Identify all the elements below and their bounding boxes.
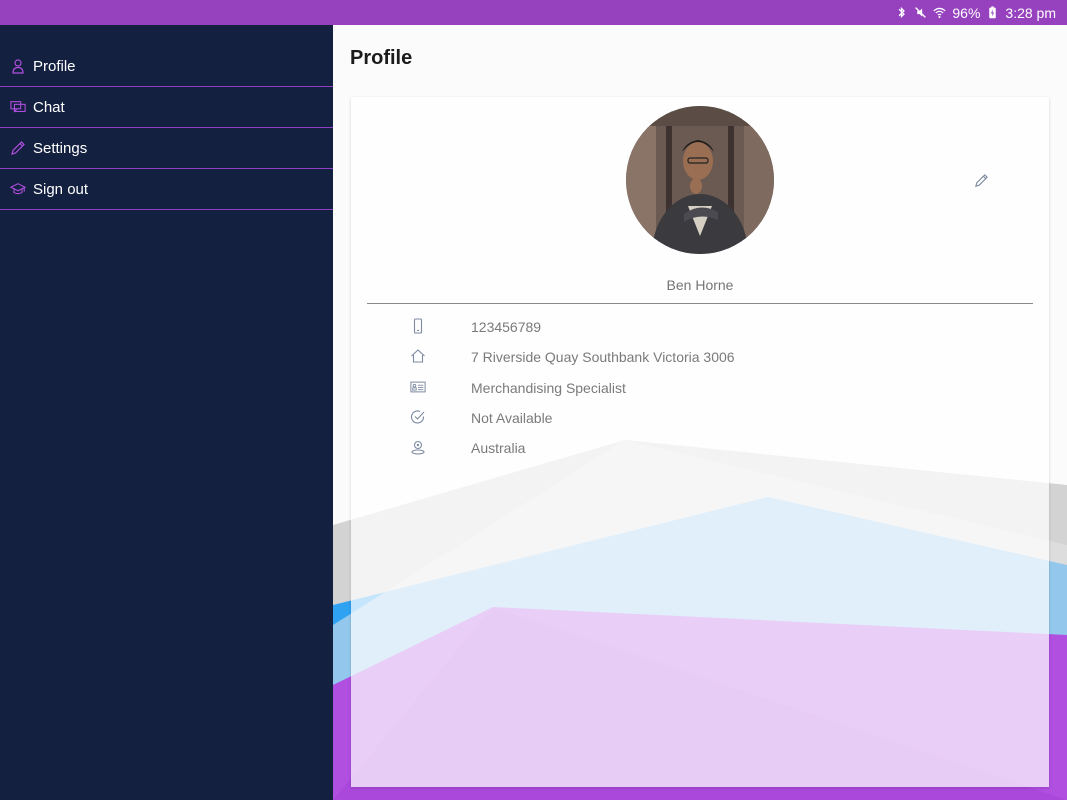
detail-phone: 123456789 [351, 317, 1049, 347]
nav-item-label: Profile [33, 57, 76, 75]
detail-job-title: Merchandising Specialist [351, 378, 1049, 408]
profile-screen: Profile Ben Horne 123456789 7 Riverside … [333, 25, 1067, 800]
nav-item-label: Chat [33, 98, 65, 116]
phone-number: 123456789 [471, 319, 542, 335]
nav-item-label: Settings [33, 139, 88, 157]
job-title: Merchandising Specialist [471, 379, 626, 396]
divider [367, 303, 1033, 304]
status-bar: 96% 3:28 pm [0, 0, 1067, 25]
navigation-drawer: Profile Chat Settings Sign out [0, 25, 333, 800]
home-icon [409, 347, 427, 365]
user-icon [9, 57, 27, 75]
nav-item-settings[interactable]: Settings [0, 128, 333, 169]
detail-availability: Not Available [351, 408, 1049, 438]
pencil-icon [9, 139, 27, 157]
detail-country: Australia [351, 438, 1049, 468]
address: 7 Riverside Quay Southbank Victoria 3006 [471, 349, 735, 366]
nav-item-profile[interactable]: Profile [0, 46, 333, 87]
graduation-cap-icon [9, 180, 27, 198]
country: Australia [471, 440, 526, 456]
id-card-icon [409, 378, 427, 396]
edit-pencil-icon [974, 173, 989, 188]
battery-percent: 96% [952, 4, 981, 21]
mute-icon [914, 6, 927, 19]
location-pin-icon [409, 438, 427, 456]
user-name: Ben Horne [666, 277, 734, 293]
chat-icon [9, 98, 27, 116]
bluetooth-icon [895, 6, 908, 19]
page-title: Profile [350, 47, 413, 69]
mobile-phone-icon [409, 317, 427, 335]
wifi-icon [933, 6, 946, 19]
battery-charging-icon [986, 6, 999, 19]
profile-details-list: 123456789 7 Riverside Quay Southbank Vic… [351, 317, 1049, 468]
detail-address: 7 Riverside Quay Southbank Victoria 3006 [351, 347, 1049, 377]
status-time: 3:28 pm [1005, 4, 1056, 21]
edit-profile-button[interactable] [971, 170, 991, 190]
availability-status: Not Available [471, 409, 553, 426]
profile-card: Ben Horne 123456789 7 Riverside Quay Sou… [351, 97, 1049, 787]
check-circle-icon [409, 408, 427, 426]
nav-item-sign-out[interactable]: Sign out [0, 169, 333, 210]
nav-item-chat[interactable]: Chat [0, 87, 333, 128]
nav-item-label: Sign out [33, 180, 89, 198]
profile-avatar [626, 106, 774, 254]
